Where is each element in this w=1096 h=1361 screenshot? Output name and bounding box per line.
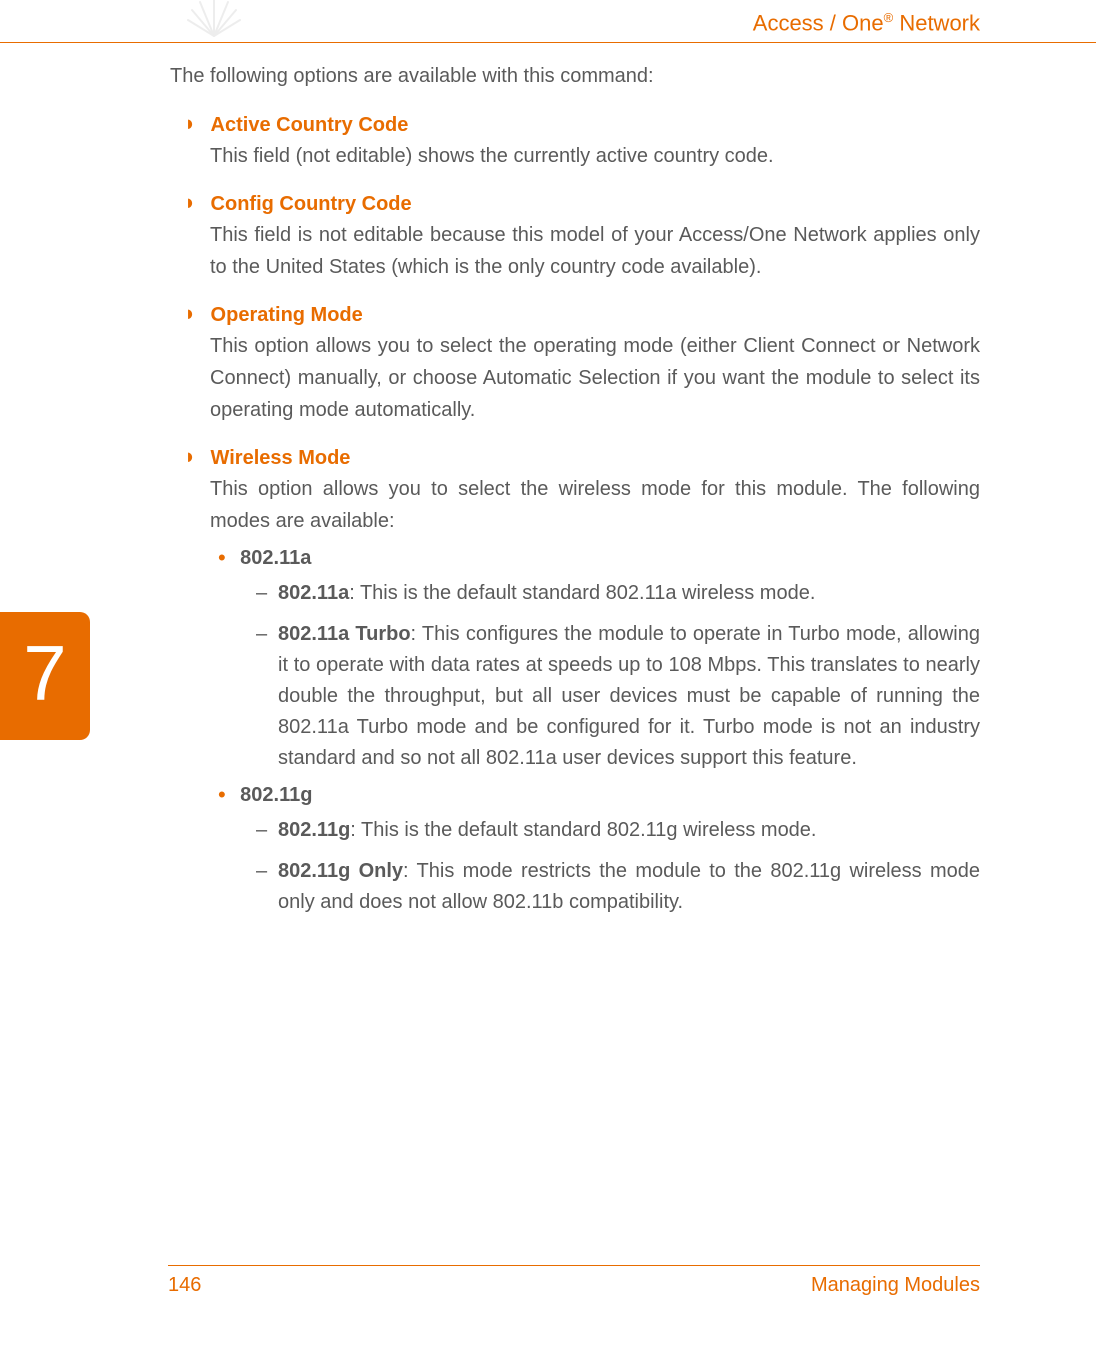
option-item: ◗ Wireless Mode This option allows you t… [210,446,980,918]
header-title: Access / One® Network [170,10,980,42]
sub-item: • 802.11a – 802.11a: This is the default… [242,547,980,774]
dash-bullet-icon: – [256,815,267,846]
dash-label: 802.11g [278,819,350,841]
options-list: ◗ Active Country Code This field (not ed… [170,113,980,918]
dash-list: – 802.11g: This is the default standard … [242,815,980,918]
d-bullet-icon: ◗ [184,191,196,216]
dash-bullet-icon: – [256,578,267,609]
dot-bullet-icon: • [218,547,226,569]
option-desc: This option allows you to select the wir… [210,473,980,537]
sub-title: 802.11a [240,547,311,569]
document-page: Access / One® Network The following opti… [0,0,1096,1361]
dash-text: : This is the default standard 802.11a w… [349,582,815,604]
header-title-suffix: Network [893,10,980,35]
dash-label: 802.11a Turbo [278,623,411,645]
page-number: 146 [168,1274,201,1297]
option-item: ◗ Config Country Code This field is not … [210,192,980,283]
page-footer: 146 Managing Modules [168,1265,980,1297]
option-title: Wireless Mode [211,447,351,469]
page-header: Access / One® Network [0,0,1096,43]
footer-section: Managing Modules [811,1274,980,1297]
dot-bullet-icon: • [218,784,226,806]
dash-item: – 802.11a Turbo: This configures the mod… [278,619,980,774]
dash-bullet-icon: – [256,856,267,887]
header-title-prefix: Access / One [753,10,884,35]
dash-item: – 802.11g: This is the default standard … [278,815,980,846]
dash-item: – 802.11a: This is the default standard … [278,578,980,609]
sub-item: • 802.11g – 802.11g: This is the default… [242,784,980,918]
option-item: ◗ Active Country Code This field (not ed… [210,113,980,172]
option-desc: This option allows you to select the ope… [210,330,980,426]
dash-list: – 802.11a: This is the default standard … [242,578,980,774]
d-bullet-icon: ◗ [184,302,196,327]
option-item: ◗ Operating Mode This option allows you … [210,303,980,426]
d-bullet-icon: ◗ [184,112,196,137]
option-title: Operating Mode [211,304,363,326]
sub-title: 802.11g [240,784,312,806]
dash-label: 802.11a [278,582,349,604]
option-desc: This field is not editable because this … [210,219,980,283]
option-title: Active Country Code [211,114,409,136]
chapter-number: 7 [23,634,66,712]
dash-label: 802.11g Only [278,860,403,882]
intro-text: The following options are available with… [170,61,980,91]
page-content: The following options are available with… [0,61,1096,918]
dash-text: : This is the default standard 802.11g w… [350,819,816,841]
dash-bullet-icon: – [256,619,267,650]
option-title: Config Country Code [211,193,412,215]
d-bullet-icon: ◗ [184,445,196,470]
sub-list: • 802.11a – 802.11a: This is the default… [210,547,980,918]
chapter-tab: 7 [0,612,90,740]
dash-item: – 802.11g Only: This mode restricts the … [278,856,980,918]
header-registered-mark: ® [884,10,894,25]
option-desc: This field (not editable) shows the curr… [210,140,980,172]
